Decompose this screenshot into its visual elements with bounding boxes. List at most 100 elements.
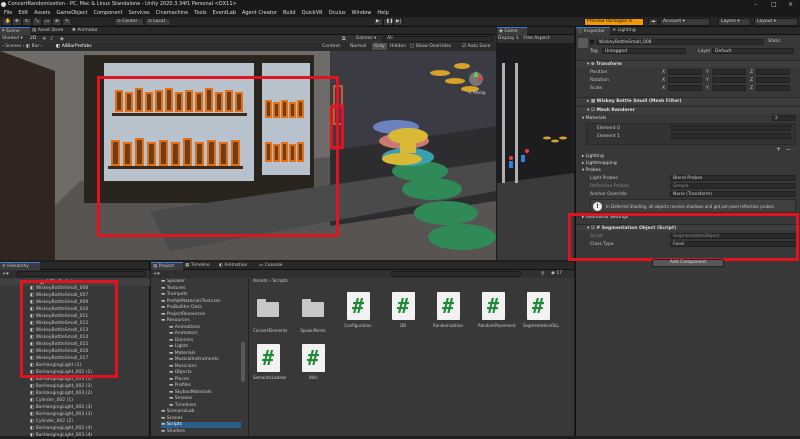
- tab-game[interactable]: ◉ Game: [497, 27, 527, 35]
- show-overrides-button[interactable]: ▢ Show Overrides: [410, 44, 451, 49]
- transform-header[interactable]: ▾ ⊕ Transform: [576, 60, 800, 67]
- gizmos-dropdown[interactable]: Gizmos ▾: [356, 36, 376, 41]
- folder-tree-item[interactable]: ▬ Objects: [169, 370, 192, 376]
- lighting-toggle-icon[interactable]: ☀: [42, 36, 46, 42]
- minimize-icon[interactable]: –: [754, 0, 757, 9]
- scale-y-field[interactable]: [712, 85, 746, 91]
- scale-z-field[interactable]: [756, 85, 790, 91]
- play-icon[interactable]: ▶: [373, 18, 383, 26]
- scene-search-input[interactable]: All: [382, 36, 494, 42]
- breadcrumb-scenes[interactable]: ‹ Scenes › ◧ Bar ›: [2, 44, 43, 49]
- menu-window[interactable]: Window: [352, 10, 372, 16]
- project-filter-icon[interactable]: ⚲: [541, 271, 545, 277]
- maximize-icon[interactable]: □: [771, 0, 777, 9]
- tab-animation[interactable]: ◐ Animation: [217, 262, 257, 270]
- folder-tree-item[interactable]: ▬ Timelines: [169, 403, 196, 409]
- tab-asset-store[interactable]: ▤ Asset Store: [30, 27, 70, 35]
- tab-scene[interactable]: ⌗ Scene: [0, 27, 30, 35]
- active-checkbox[interactable]: [590, 40, 594, 44]
- menu-quickvr[interactable]: QuickVR: [302, 10, 323, 16]
- reflection-probes-dropdown[interactable]: Simple: [670, 183, 796, 189]
- material-slot-1[interactable]: [671, 133, 791, 139]
- menu-services[interactable]: Services: [129, 10, 150, 16]
- rect-tool-icon[interactable]: ▭: [42, 18, 52, 26]
- folder-tree-item[interactable]: ▬ Musicians: [169, 364, 197, 370]
- project-search-input[interactable]: [391, 271, 521, 277]
- material-element-1[interactable]: Element 1: [597, 134, 620, 139]
- hierarchy-item[interactable]: ◧ Cylinder_002 (2): [0, 419, 73, 425]
- tab-console[interactable]: ▭ Console: [257, 262, 291, 270]
- context-normal[interactable]: Normal: [350, 44, 366, 49]
- project-script[interactable]: # Utils: [298, 344, 328, 380]
- tab-project[interactable]: ▤ Project: [151, 262, 183, 270]
- menu-assets[interactable]: Assets: [34, 10, 50, 16]
- position-z-field[interactable]: [756, 69, 790, 75]
- hierarchy-item[interactable]: ◧ BarHangingLight_002 (3): [0, 405, 92, 411]
- folder-tree-item[interactable]: ▬ Places: [169, 377, 189, 383]
- collab-icon[interactable]: ☁: [648, 18, 658, 26]
- path-scripts[interactable]: Scripts: [272, 279, 287, 284]
- hierarchy-item[interactable]: ◧ Cylinder_002 (1): [0, 398, 73, 404]
- game-panel[interactable]: ◉ Game Display 1 Free Aspect: [497, 27, 574, 260]
- tab-timeline[interactable]: ▦ Timeline: [183, 262, 217, 270]
- folder-tree-item[interactable]: ▬ Trumpets: [161, 292, 188, 298]
- mesh-filter-header[interactable]: ▸ ▦ Wiskey Bottle Small (Mesh Filter): [576, 97, 800, 104]
- hierarchy-item[interactable]: ◧ BarHangingLight_003 (2): [0, 391, 92, 397]
- context-hidden[interactable]: Hidden: [390, 44, 406, 49]
- effects-icon[interactable]: ◈: [60, 36, 64, 42]
- project-script[interactable]: # Configuration: [343, 292, 373, 328]
- hand-tool-icon[interactable]: ✋: [2, 18, 12, 26]
- shading-dropdown[interactable]: Shaded ▾: [2, 36, 23, 41]
- folder-tree-item[interactable]: ▬ Speaker: [161, 279, 185, 285]
- hierarchy-search-input[interactable]: [16, 271, 146, 277]
- project-hidden-count[interactable]: ◉ 17: [551, 271, 562, 276]
- scene-panel[interactable]: ⌗ Scene ▤ Asset Store ✱ Animator Shaded …: [0, 27, 496, 260]
- pivot-local-button[interactable]: ⊙ Local: [145, 18, 171, 26]
- menu-oculus[interactable]: Oculus: [329, 10, 346, 16]
- materials-label[interactable]: ▾ Materials: [582, 116, 606, 121]
- tab-inspector[interactable]: ⓘ Inspector: [576, 27, 610, 35]
- breadcrumb-prefab[interactable]: ◧ AllBarPrefabs: [56, 44, 92, 49]
- layer-dropdown[interactable]: Default: [712, 48, 794, 54]
- folder-tree-item[interactable]: ▬ Resources: [161, 318, 190, 324]
- folder-tree-item[interactable]: ▬ SkyboxMaterials: [169, 390, 211, 396]
- auto-save-toggle[interactable]: ☑ Auto Save: [462, 44, 490, 49]
- rotation-x-field[interactable]: [668, 77, 702, 83]
- pivot-center-button[interactable]: ⊙ Center: [114, 18, 144, 26]
- tab-lighting[interactable]: ☀ Lighting: [610, 27, 644, 35]
- project-script[interactable]: # DB: [388, 292, 418, 328]
- context-gray[interactable]: Gray: [372, 43, 387, 50]
- scale-x-field[interactable]: [668, 85, 702, 91]
- path-assets[interactable]: Assets: [253, 279, 268, 284]
- tab-animator[interactable]: ✱ Animator: [70, 27, 108, 35]
- folder-tree-item[interactable]: ▬ Scenes: [161, 416, 183, 422]
- folder-tree-item[interactable]: ▬ Scripts: [161, 422, 241, 428]
- hierarchy-item[interactable]: ◧ BarHangingLight_002 (2): [0, 384, 92, 390]
- menu-gameobject[interactable]: GameObject: [56, 10, 87, 16]
- anchor-override-field[interactable]: None (Transform): [670, 191, 796, 197]
- tag-dropdown[interactable]: Untagged: [602, 48, 686, 54]
- lightmapping-section[interactable]: ▸ Lightmapping: [582, 161, 617, 166]
- menu-edit[interactable]: Edit: [18, 10, 28, 16]
- display-dropdown[interactable]: Display 1: [498, 36, 519, 41]
- position-y-field[interactable]: [712, 69, 746, 75]
- folder-tree-item[interactable]: ▬ ProBuilder Data: [161, 305, 202, 311]
- menu-eventlab[interactable]: EventLab: [213, 10, 236, 16]
- hierarchy-item[interactable]: ◧ BarHangingLight_003 (3): [0, 412, 92, 418]
- folder-tree-item[interactable]: ▬ PrefabMaterialsTextures: [161, 299, 220, 305]
- folder-tree-item[interactable]: ▬ Textures: [161, 286, 186, 292]
- project-script[interactable]: # SegmentationObj...: [523, 292, 562, 328]
- menu-file[interactable]: File: [4, 10, 12, 16]
- scale-tool-icon[interactable]: ⤡: [32, 18, 42, 26]
- tab-hierarchy[interactable]: ≡ Hierarchy: [0, 262, 40, 270]
- static-toggle[interactable]: Static: [768, 39, 781, 44]
- folder-tree-item[interactable]: ▬ MusicalInstruments: [169, 357, 219, 363]
- folder-tree-item[interactable]: ▬ Dancers: [169, 338, 193, 344]
- lighting-section[interactable]: ▸ Lighting: [582, 154, 604, 159]
- mesh-renderer-header[interactable]: ▾ ☑ Mesh Renderer: [576, 106, 800, 113]
- menu-component[interactable]: Component: [94, 10, 123, 16]
- object-name-field[interactable]: WiskeyBottleSmall_008: [596, 39, 764, 45]
- hierarchy-add-icon[interactable]: +▾: [2, 271, 9, 277]
- pause-icon[interactable]: ❚❚: [383, 18, 394, 26]
- hierarchy-item[interactable]: ◧ BarHangingLight_003 (4): [0, 433, 92, 439]
